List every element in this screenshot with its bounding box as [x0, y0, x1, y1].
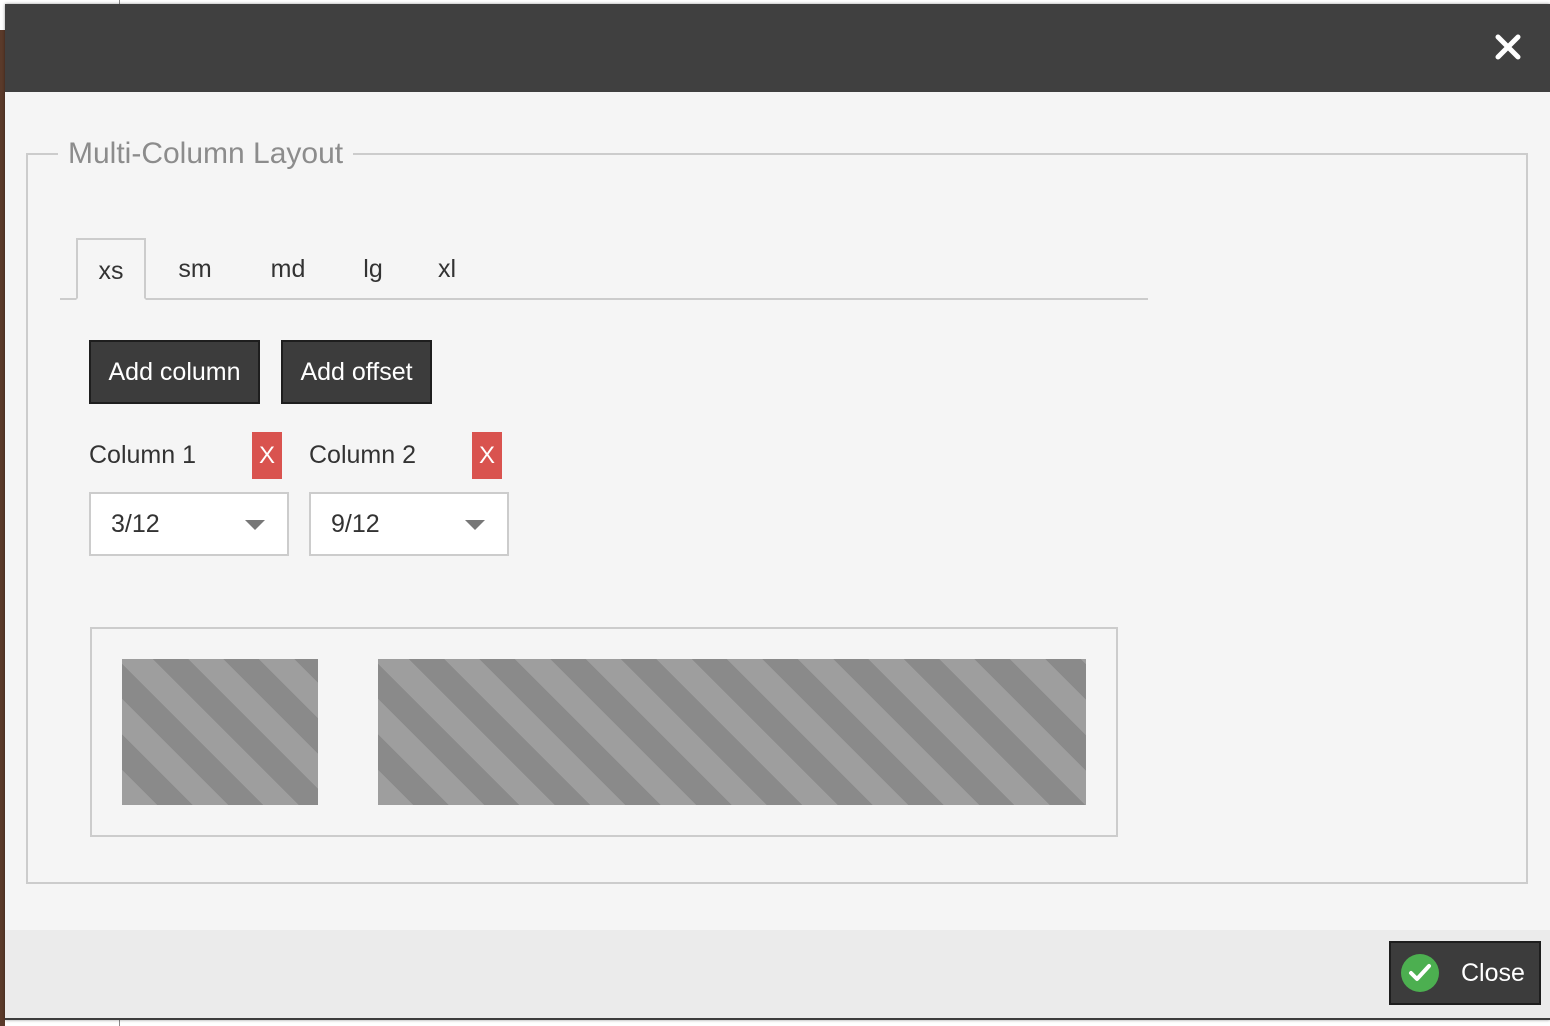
multi-column-fieldset: Multi-Column Layout xs sm md lg xl Add c…: [26, 134, 1528, 884]
column-2-width-value: 9/12: [331, 510, 380, 538]
close-button[interactable]: Close: [1389, 941, 1541, 1005]
remove-column-2-button[interactable]: X: [472, 432, 502, 479]
tab-lg[interactable]: lg: [348, 238, 398, 300]
dialog-titlebar: [5, 4, 1550, 92]
column-1-label: Column 1: [89, 441, 196, 469]
check-icon: [1401, 954, 1439, 992]
close-button-label: Close: [1461, 959, 1525, 987]
dialog-footer: Close: [5, 930, 1550, 1018]
chevron-down-icon: [465, 520, 485, 530]
modal-dialog: Multi-Column Layout xs sm md lg xl Add c…: [5, 4, 1550, 1020]
tab-md[interactable]: md: [250, 238, 326, 300]
column-1-width-select[interactable]: 3/12: [89, 492, 289, 556]
remove-column-1-button[interactable]: X: [252, 432, 282, 479]
add-column-button[interactable]: Add column: [89, 340, 260, 404]
tab-xs[interactable]: xs: [76, 238, 146, 300]
tab-xl[interactable]: xl: [422, 238, 472, 300]
breakpoint-tabs: xs sm md lg xl: [60, 238, 1148, 300]
column-1-width-value: 3/12: [111, 510, 160, 538]
add-offset-button[interactable]: Add offset: [281, 340, 432, 404]
column-2-label: Column 2: [309, 441, 416, 469]
preview-column-1: [122, 659, 318, 805]
layout-preview: [90, 627, 1118, 837]
fieldset-legend: Multi-Column Layout: [58, 134, 354, 174]
chevron-down-icon: [245, 520, 265, 530]
close-icon[interactable]: [1493, 32, 1523, 62]
column-2-width-select[interactable]: 9/12: [309, 492, 509, 556]
tab-sm[interactable]: sm: [162, 238, 228, 300]
preview-column-2: [378, 659, 1086, 805]
